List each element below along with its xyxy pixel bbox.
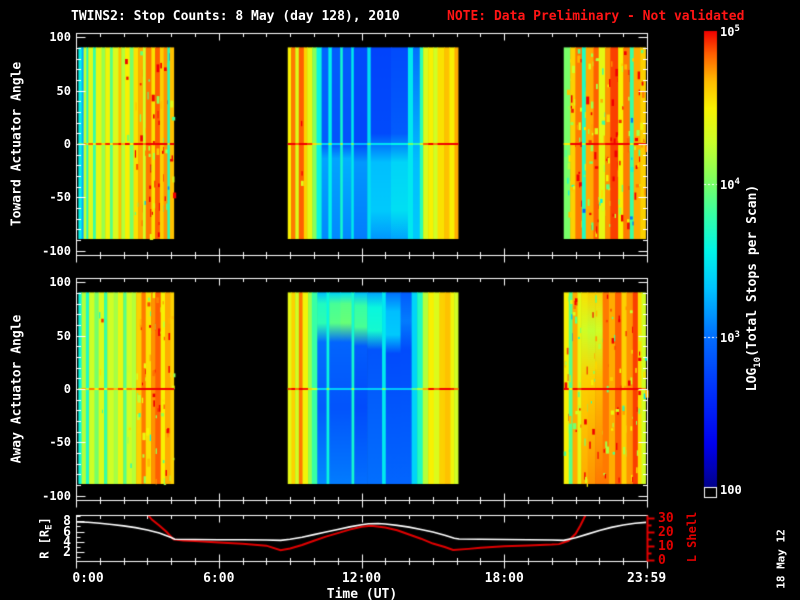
x-tick-label-1: 6:00 [203,571,235,586]
colorbar-tick-label-0: 105 [720,24,740,39]
x-axis-label: Time (UT) [326,587,398,600]
y-tick-label-toward-0: 100 [49,30,71,45]
colorbar-tick-label-1: 104 [720,177,740,192]
plot-canvas [0,0,800,600]
x-tick-label-2: 12:00 [341,571,382,586]
y-tick-label-toward-3: -50 [49,190,71,205]
y-tick-label-away-1: 50 [56,328,71,343]
y-axis-label-lshell: L Shell [685,511,699,563]
y-tick-label-away-0: 100 [49,275,71,290]
preliminary-note: NOTE: Data Preliminary - Not validated [447,9,745,24]
x-tick-label-4: 23:59 [627,571,667,586]
lshell-tick-label-1: 10 [658,539,674,555]
lshell-tick-label-3: 30 [658,511,674,527]
x-tick-label-0: 0:00 [72,571,104,586]
twins2-stop-counts-plot: TWINS2: Stop Counts: 8 May (day 128), 20… [0,0,800,600]
y-tick-label-toward-4: -100 [42,243,71,258]
x-tick-label-3: 18:00 [484,571,524,586]
page-title: TWINS2: Stop Counts: 8 May (day 128), 20… [71,9,400,24]
datestamp: 18 May 12 [774,529,788,589]
colorbar-tick-label-2: 103 [720,330,740,345]
y-axis-label-away: Away Actuator Angle [9,314,25,464]
colorbar-title: LOG10(Total Stops per Scan) [745,184,763,392]
r-tick-label-3: 8 [63,514,71,530]
lshell-tick-label-0: 0 [658,553,666,569]
y-tick-label-away-3: -50 [49,435,71,450]
lshell-tick-label-2: 20 [658,525,674,541]
y-tick-label-toward-1: 50 [56,83,71,98]
y-tick-label-toward-2: 0 [63,137,71,151]
colorbar-tick-label-3: 100 [720,483,742,497]
y-tick-label-away-2: 0 [63,382,71,396]
y-tick-label-away-4: -100 [42,488,71,503]
y-axis-label-toward: Toward Actuator Angle [9,61,25,227]
